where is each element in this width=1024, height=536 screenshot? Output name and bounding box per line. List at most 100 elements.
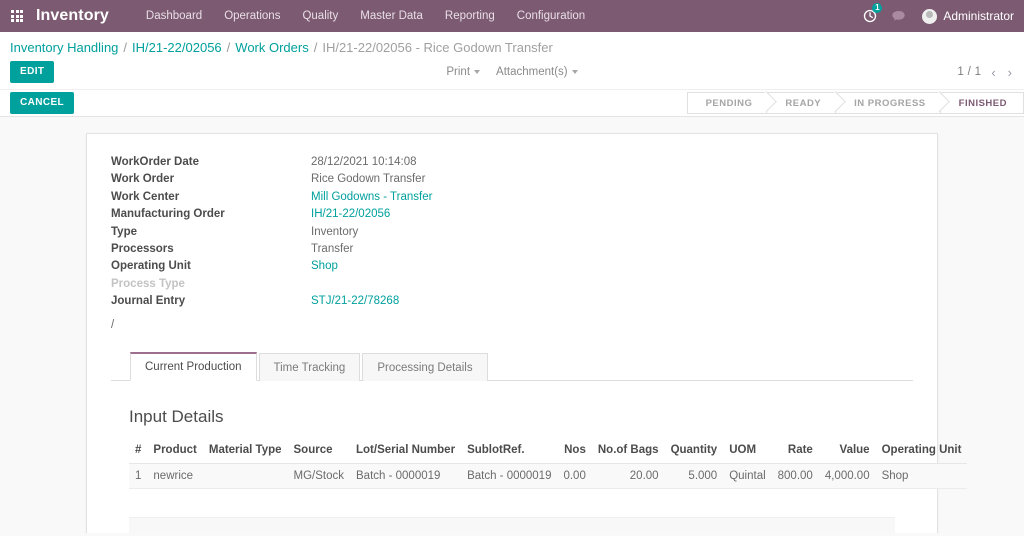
field-label-operating-unit: Operating Unit xyxy=(111,260,191,273)
user-name-label: Administrator xyxy=(943,9,1014,23)
messages-menu-button[interactable] xyxy=(884,0,912,32)
column-header-operating-unit[interactable]: Operating Unit xyxy=(875,440,968,464)
tab-time-tracking[interactable]: Time Tracking xyxy=(258,352,361,381)
user-menu-button[interactable]: Administrator xyxy=(912,8,1018,24)
cancel-button[interactable]: CANCEL xyxy=(10,92,75,114)
workflow-statusbar: PENDING READY IN PROGRESS FINISHED xyxy=(686,92,1024,114)
column-header-product[interactable]: Product xyxy=(147,440,203,464)
menu-item-master-data[interactable]: Master Data xyxy=(349,0,434,32)
field-type: Type Inventory xyxy=(111,226,913,243)
status-stage-pending[interactable]: PENDING xyxy=(686,92,767,114)
column-header-rate[interactable]: Rate xyxy=(771,440,819,464)
menu-item-reporting[interactable]: Reporting xyxy=(434,0,506,32)
cell-material-type xyxy=(202,463,288,489)
tab-panel-current-production: Input Details # Product Material Type So… xyxy=(111,381,968,533)
edit-button[interactable]: EDIT xyxy=(10,61,55,83)
column-header-material-type[interactable]: Material Type xyxy=(202,440,288,464)
app-brand-title[interactable]: Inventory xyxy=(34,7,115,25)
cell-sublot-ref: Batch - 0000019 xyxy=(461,463,558,489)
table-row[interactable]: 1 newrice MG/Stock Batch - 0000019 Batch… xyxy=(129,463,968,489)
menu-item-configuration[interactable]: Configuration xyxy=(506,0,596,32)
field-label-type: Type xyxy=(111,225,137,238)
field-journal-entry: Journal Entry STJ/21-22/78268 xyxy=(111,295,913,312)
field-work-order: Work Order Rice Godown Transfer xyxy=(111,173,913,190)
main-menu: Dashboard Operations Quality Master Data… xyxy=(135,0,596,32)
apps-grid-icon xyxy=(11,10,23,22)
field-workorder-date: WorkOrder Date 28/12/2021 10:14:08 xyxy=(111,156,913,173)
breadcrumb-separator: / xyxy=(123,40,128,55)
tab-current-production[interactable]: Current Production xyxy=(130,351,257,381)
field-value-journal-entry[interactable]: STJ/21-22/78268 xyxy=(311,295,399,307)
pager-next-button[interactable]: › xyxy=(1006,66,1014,79)
action-row-edit: EDIT Print Attachment(s) 1 / 1 ‹ › xyxy=(0,58,1024,89)
menu-item-operations[interactable]: Operations xyxy=(213,0,291,32)
column-header-value[interactable]: Value xyxy=(818,440,876,464)
column-header-source[interactable]: Source xyxy=(287,440,350,464)
cell-index: 1 xyxy=(129,463,148,489)
column-header-lot-serial-number[interactable]: Lot/Serial Number xyxy=(350,440,462,464)
column-header-nos[interactable]: Nos xyxy=(557,440,592,464)
user-avatar-icon xyxy=(922,8,938,24)
chevron-down-icon xyxy=(474,69,481,74)
field-processors: Processors Transfer xyxy=(111,243,913,260)
field-value-work-order: Rice Godown Transfer xyxy=(311,173,426,186)
notebook-tabs: Current Production Time Tracking Process… xyxy=(111,351,913,381)
breadcrumb-item-inventory-handling[interactable]: Inventory Handling xyxy=(10,40,118,55)
input-details-table: # Product Material Type Source Lot/Seria… xyxy=(129,440,968,489)
status-stage-ready[interactable]: READY xyxy=(766,92,836,114)
cell-operating-unit: Shop xyxy=(875,463,968,489)
column-header-no-of-bags[interactable]: No.of Bags xyxy=(591,440,665,464)
activity-menu-button[interactable]: 1 xyxy=(856,0,884,32)
breadcrumb-item-current: IH/21-22/02056 - Rice Godown Transfer xyxy=(322,40,553,55)
cell-uom: Quintal xyxy=(723,463,772,489)
field-manufacturing-order: Manufacturing Order IH/21-22/02056 xyxy=(111,208,913,225)
cell-quantity: 5.000 xyxy=(664,463,724,489)
cell-value: 4,000.00 xyxy=(818,463,876,489)
cell-nos: 0.00 xyxy=(557,463,592,489)
navbar-right-group: 1 Administrator xyxy=(856,0,1018,32)
field-label-work-order: Work Order xyxy=(111,173,175,186)
input-details-table-body: 1 newrice MG/Stock Batch - 0000019 Batch… xyxy=(129,463,968,489)
input-details-table-head: # Product Material Type Source Lot/Seria… xyxy=(129,440,968,464)
cell-no-of-bags: 20.00 xyxy=(591,463,665,489)
field-value-work-center[interactable]: Mill Godowns - Transfer xyxy=(311,191,432,203)
field-work-center: Work Center Mill Godowns - Transfer xyxy=(111,191,913,208)
tab-processing-details[interactable]: Processing Details xyxy=(362,352,488,381)
table-header-row: # Product Material Type Source Lot/Seria… xyxy=(129,440,968,464)
cell-lot-serial-number: Batch - 0000019 xyxy=(350,463,462,489)
control-panel: Inventory Handling / IH/21-22/02056 / Wo… xyxy=(0,32,1024,117)
status-row: CANCEL PENDING READY IN PROGRESS FINISHE… xyxy=(0,89,1024,117)
field-label-process-type: Process Type xyxy=(111,277,185,290)
attachments-label: Attachment(s) xyxy=(496,66,568,78)
column-header-sublot-ref[interactable]: SublotRef. xyxy=(461,440,558,464)
work-order-form: WorkOrder Date 28/12/2021 10:14:08 Work … xyxy=(111,156,913,333)
column-header-quantity[interactable]: Quantity xyxy=(664,440,724,464)
field-process-type: Process Type xyxy=(111,278,913,295)
status-stage-finished[interactable]: FINISHED xyxy=(939,92,1024,114)
chevron-down-icon xyxy=(571,69,578,74)
field-label-manufacturing-order: Manufacturing Order xyxy=(111,208,225,221)
top-navbar: Inventory Dashboard Operations Quality M… xyxy=(0,0,1024,32)
record-sheet: WorkOrder Date 28/12/2021 10:14:08 Work … xyxy=(86,133,968,533)
field-value-manufacturing-order[interactable]: IH/21-22/02056 xyxy=(311,208,390,220)
column-header-uom[interactable]: UOM xyxy=(723,440,772,464)
field-value-operating-unit[interactable]: Shop xyxy=(311,260,338,272)
attachments-dropdown[interactable]: Attachment(s) xyxy=(496,66,578,78)
form-scroll-area[interactable]: WorkOrder Date 28/12/2021 10:14:08 Work … xyxy=(0,117,1024,533)
breadcrumb-item-work-orders[interactable]: Work Orders xyxy=(235,40,308,55)
field-label-journal-entry: Journal Entry xyxy=(111,295,186,308)
pager: 1 / 1 ‹ › xyxy=(957,66,1014,79)
breadcrumb-item-manufacturing-order[interactable]: IH/21-22/02056 xyxy=(132,40,222,55)
status-stage-in-progress[interactable]: IN PROGRESS xyxy=(835,92,940,114)
apps-menu-button[interactable] xyxy=(0,0,34,32)
print-dropdown[interactable]: Print xyxy=(446,66,481,78)
field-label-work-center: Work Center xyxy=(111,190,180,203)
menu-item-dashboard[interactable]: Dashboard xyxy=(135,0,213,32)
menu-item-quality[interactable]: Quality xyxy=(291,0,349,32)
pager-previous-button[interactable]: ‹ xyxy=(989,66,997,79)
field-value-processors: Transfer xyxy=(311,242,354,255)
field-label-workorder-date: WorkOrder Date xyxy=(111,156,199,168)
cell-source: MG/Stock xyxy=(287,463,350,489)
cell-rate: 800.00 xyxy=(771,463,819,489)
field-value-type: Inventory xyxy=(311,225,359,238)
